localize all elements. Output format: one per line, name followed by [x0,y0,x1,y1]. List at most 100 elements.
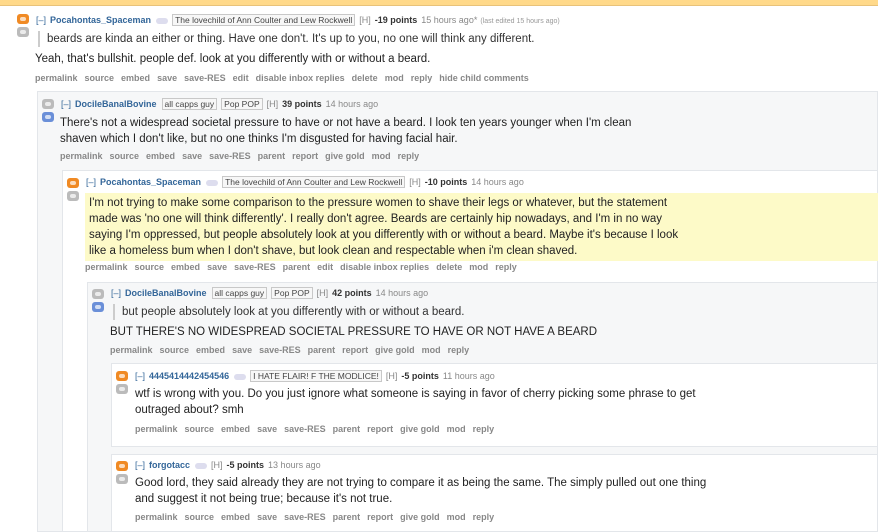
permalink-button[interactable]: permalink [35,73,78,83]
disable-inbox-replies-button[interactable]: disable inbox replies [256,73,345,83]
save-button[interactable]: save [207,262,227,272]
downvote-icon[interactable] [42,112,54,122]
history-link[interactable]: [H] [211,460,223,470]
edit-button[interactable]: edit [317,262,333,272]
save-res-button[interactable]: save-RES [284,424,326,434]
report-button[interactable]: report [292,151,318,161]
history-link[interactable]: [H] [317,288,329,298]
save-button[interactable]: save [182,151,202,161]
upvote-icon[interactable] [116,461,128,471]
user-tag-icon[interactable] [206,179,219,186]
save-button[interactable]: save [257,512,277,522]
user-tag-icon[interactable] [234,373,247,380]
reply-button[interactable]: reply [448,345,470,355]
collapse-toggle[interactable]: [–] [86,177,96,187]
save-button[interactable]: save [232,345,252,355]
parent-button[interactable]: parent [283,262,311,272]
embed-button[interactable]: embed [196,345,225,355]
reply-button[interactable]: reply [473,512,495,522]
user-tag[interactable]: Pop POP [221,98,263,110]
comment-buttons: permalink source embed save save-RES parent re… [110,345,476,355]
permalink-button[interactable]: permalink [135,512,178,522]
edit-button[interactable]: edit [233,73,249,83]
save-button[interactable]: save [257,424,277,434]
delete-button[interactable]: delete [436,262,462,272]
reply-button[interactable]: reply [398,151,420,161]
collapse-toggle[interactable]: [–] [135,371,145,381]
upvote-icon[interactable] [42,99,54,109]
author-link[interactable]: 4445414442454546 [149,371,229,381]
mod-button[interactable]: mod [469,262,488,272]
save-res-button[interactable]: save-RES [234,262,276,272]
save-res-button[interactable]: save-RES [209,151,251,161]
permalink-button[interactable]: permalink [85,262,128,272]
hide-child-comments-button[interactable]: hide child comments [439,73,529,83]
report-button[interactable]: report [367,512,393,522]
history-link[interactable]: [H] [267,99,279,109]
report-button[interactable]: report [367,424,393,434]
collapse-toggle[interactable]: [–] [36,15,46,25]
reply-button[interactable]: reply [495,262,517,272]
collapse-toggle[interactable]: [–] [61,99,71,109]
embed-button[interactable]: embed [221,424,250,434]
source-button[interactable]: source [185,512,215,522]
permalink-button[interactable]: permalink [110,345,153,355]
save-res-button[interactable]: save-RES [284,512,326,522]
parent-button[interactable]: parent [333,424,361,434]
give-gold-button[interactable]: give gold [400,512,440,522]
mod-button[interactable]: mod [447,512,466,522]
source-button[interactable]: source [185,424,215,434]
author-link[interactable]: DocileBanalBovine [125,288,207,298]
source-button[interactable]: source [160,345,190,355]
downvote-icon[interactable] [116,384,128,394]
save-res-button[interactable]: save-RES [184,73,226,83]
mod-button[interactable]: mod [385,73,404,83]
collapse-toggle[interactable]: [–] [135,460,145,470]
permalink-button[interactable]: permalink [60,151,103,161]
report-button[interactable]: report [342,345,368,355]
parent-button[interactable]: parent [258,151,286,161]
history-link[interactable]: [H] [386,371,398,381]
author-link[interactable]: Pocahontas_Spaceman [50,15,151,25]
upvote-icon[interactable] [67,178,79,188]
author-link[interactable]: DocileBanalBovine [75,99,157,109]
parent-button[interactable]: parent [333,512,361,522]
upvote-icon[interactable] [92,289,104,299]
comment-line: There's not a widespread societal pressu… [60,117,632,129]
reply-button[interactable]: reply [473,424,495,434]
user-tag-icon[interactable] [156,17,169,24]
parent-button[interactable]: parent [308,345,336,355]
upvote-icon[interactable] [17,14,29,24]
embed-button[interactable]: embed [121,73,150,83]
author-link[interactable]: forgotacc [149,460,190,470]
user-tag[interactable]: Pop POP [271,287,313,299]
history-link[interactable]: [H] [409,177,421,187]
reply-button[interactable]: reply [411,73,433,83]
source-button[interactable]: source [135,262,165,272]
downvote-icon[interactable] [67,191,79,201]
give-gold-button[interactable]: give gold [325,151,365,161]
mod-button[interactable]: mod [372,151,391,161]
delete-button[interactable]: delete [352,73,378,83]
downvote-icon[interactable] [116,474,128,484]
downvote-icon[interactable] [17,27,29,37]
embed-button[interactable]: embed [171,262,200,272]
disable-inbox-replies-button[interactable]: disable inbox replies [340,262,429,272]
upvote-icon[interactable] [116,371,128,381]
source-button[interactable]: source [85,73,115,83]
give-gold-button[interactable]: give gold [400,424,440,434]
source-button[interactable]: source [110,151,140,161]
save-res-button[interactable]: save-RES [259,345,301,355]
give-gold-button[interactable]: give gold [375,345,415,355]
mod-button[interactable]: mod [447,424,466,434]
embed-button[interactable]: embed [146,151,175,161]
permalink-button[interactable]: permalink [135,424,178,434]
user-tag-icon[interactable] [195,462,208,469]
save-button[interactable]: save [157,73,177,83]
embed-button[interactable]: embed [221,512,250,522]
collapse-toggle[interactable]: [–] [111,288,121,298]
mod-button[interactable]: mod [422,345,441,355]
history-link[interactable]: [H] [359,15,371,25]
downvote-icon[interactable] [92,302,104,312]
author-link[interactable]: Pocahontas_Spaceman [100,177,201,187]
